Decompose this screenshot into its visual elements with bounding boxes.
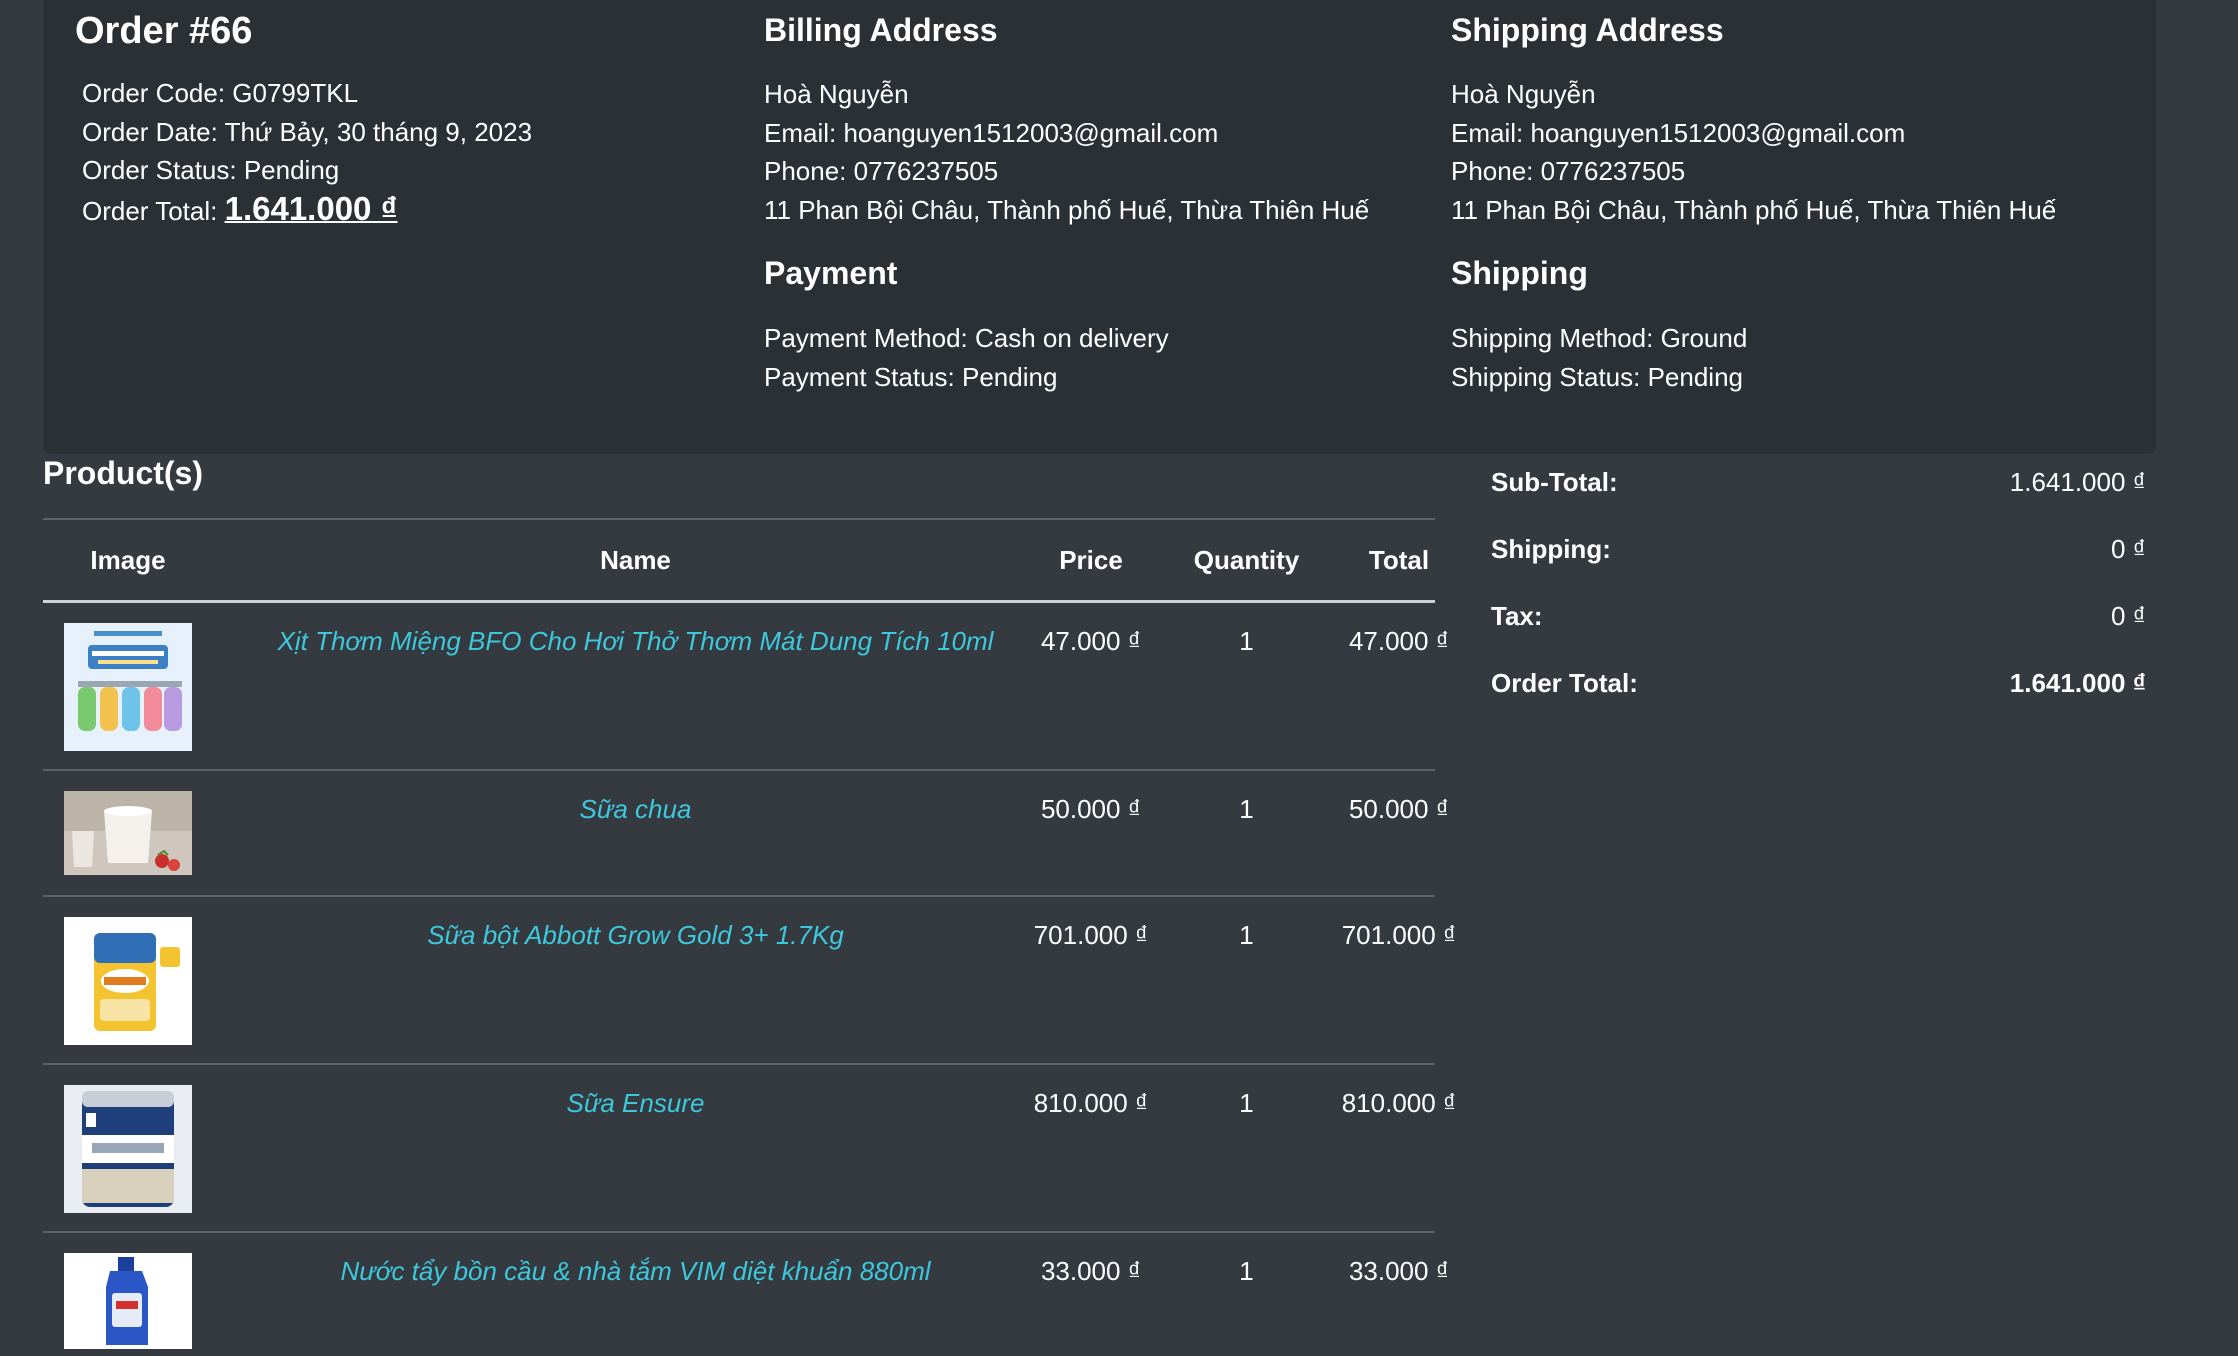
header-image: Image — [90, 545, 166, 575]
shipping-address-title: Shipping Address — [1451, 12, 1724, 48]
order-meta: Order Code: G0799TKL Order Date: Thứ Bảy… — [82, 74, 532, 228]
order-total-summary-label: Order Total: — [1491, 668, 1638, 698]
payment-block: Payment Method: Cash on delivery Payment… — [764, 319, 1169, 396]
product-name-link[interactable]: Sữa chua — [580, 794, 692, 824]
vim-bottle-product-icon — [64, 1253, 192, 1349]
order-status: Order Status: Pending — [82, 155, 340, 185]
shipping-cost-value: 0 ₫ — [2110, 534, 2146, 564]
table-row: Sữa chua 50.000 ₫ 1 50.000 ₫ — [43, 771, 1449, 897]
shipping-block: Shipping Method: Ground Shipping Status:… — [1451, 319, 1747, 396]
mouth-spray-product-icon — [64, 623, 192, 751]
shipping-phone: Phone: 0776237505 — [1451, 156, 1686, 186]
table-row: Sữa bột Abbott Grow Gold 3+ 1.7Kg 701.00… — [43, 897, 1456, 1065]
order-info-card: Order #66 Order Code: G0799TKL Order Dat… — [43, 0, 2156, 454]
shipping-name: Hoà Nguyễn — [1451, 79, 1596, 109]
product-name-cell: Nước tẩy bồn cầu & nhà tắm VIM diệt khuẩ… — [213, 1256, 1058, 1287]
shipping-street-address: 11 Phan Bội Châu, Thành phố Huế, Thừa Th… — [1451, 194, 2057, 225]
tax-row: Tax: 0 ₫ — [1491, 589, 2146, 656]
product-image[interactable] — [64, 1085, 192, 1213]
product-name-cell: Sữa Ensure — [213, 1088, 1058, 1119]
shipping-cost-row: Shipping: 0 ₫ — [1491, 522, 2146, 589]
order-total-value: 1.641.000 ₫ — [224, 189, 398, 227]
shipping-status: Shipping Status: Pending — [1451, 361, 1743, 392]
order-total-line: Order Total: 1.641.000 ₫ — [82, 190, 532, 229]
product-name-link[interactable]: Nước tẩy bồn cầu & nhà tắm VIM diệt khuẩ… — [340, 1256, 930, 1286]
product-total: 33.000 ₫ — [1348, 1256, 1450, 1286]
products-title: Product(s) — [43, 455, 203, 491]
order-date: Order Date: Thứ Bảy, 30 tháng 9, 2023 — [82, 116, 533, 147]
product-image[interactable] — [64, 791, 192, 875]
tax-label: Tax: — [1491, 601, 1543, 631]
product-total: 47.000 ₫ — [1348, 626, 1450, 656]
product-name-cell: Xịt Thơm Miệng BFO Cho Hơi Thở Thơm Mát … — [213, 626, 1058, 657]
table-row: Nước tẩy bồn cầu & nhà tắm VIM diệt khuẩ… — [43, 1233, 1449, 1356]
yogurt-product-icon — [64, 791, 192, 875]
order-total-label: Order Total: — [82, 195, 225, 226]
products-table-header: Image Name Price Quantity Total — [43, 518, 1435, 603]
product-image[interactable] — [64, 1253, 192, 1349]
subtotal-value: 1.641.000 ₫ — [2009, 467, 2146, 497]
billing-street-address: 11 Phan Bội Châu, Thành phố Huế, Thừa Th… — [764, 194, 1370, 225]
tax-value: 0 ₫ — [2110, 601, 2146, 631]
shipping-email: Email: hoanguyen1512003@gmail.com — [1451, 117, 1906, 148]
product-name-cell: Sữa chua — [213, 794, 1058, 825]
ensure-can-product-icon — [64, 1085, 192, 1213]
order-total-row: Order Total: 1.641.000 ₫ — [1491, 656, 2146, 723]
shipping-cost-label: Shipping: — [1491, 534, 1611, 564]
order-detail-page: Order #66 Order Code: G0799TKL Order Dat… — [0, 0, 2238, 1356]
billing-phone: Phone: 0776237505 — [764, 156, 999, 186]
shipping-method: Shipping Method: Ground — [1451, 323, 1748, 353]
product-image[interactable] — [64, 917, 192, 1045]
payment-status: Payment Status: Pending — [764, 361, 1058, 392]
product-name-link[interactable]: Sữa bột Abbott Grow Gold 3+ 1.7Kg — [427, 920, 844, 950]
header-total: Total — [1368, 545, 1430, 575]
billing-address-title: Billing Address — [764, 12, 998, 48]
table-row: Sữa Ensure 810.000 ₫ 1 810.000 ₫ — [43, 1065, 1456, 1233]
product-name-link[interactable]: Sữa Ensure — [567, 1088, 705, 1118]
billing-name: Hoà Nguyễn — [764, 79, 909, 109]
order-totals-summary: Sub-Total: 1.641.000 ₫ Shipping: 0 ₫ Tax… — [1491, 455, 2146, 723]
product-name-cell: Sữa bột Abbott Grow Gold 3+ 1.7Kg — [213, 920, 1058, 951]
header-name: Name — [600, 545, 671, 575]
milk-powder-can-product-icon — [64, 917, 192, 1045]
product-image[interactable] — [64, 623, 192, 751]
order-code: Order Code: G0799TKL — [82, 78, 359, 108]
product-total: 50.000 ₫ — [1348, 794, 1450, 824]
payment-title: Payment — [764, 255, 898, 291]
subtotal-row: Sub-Total: 1.641.000 ₫ — [1491, 455, 2146, 522]
product-name-link[interactable]: Xịt Thơm Miệng BFO Cho Hơi Thở Thơm Mát … — [278, 626, 994, 656]
order-total-summary-value: 1.641.000 ₫ — [2009, 668, 2146, 698]
shipping-address-block: Hoà Nguyễn Email: hoanguyen1512003@gmail… — [1451, 75, 2056, 229]
product-total: 810.000 ₫ — [1341, 1088, 1457, 1118]
billing-address-block: Hoà Nguyễn Email: hoanguyen1512003@gmail… — [764, 75, 1369, 229]
payment-method: Payment Method: Cash on delivery — [764, 323, 1169, 353]
table-row: Xịt Thơm Miệng BFO Cho Hơi Thở Thơm Mát … — [43, 603, 1449, 771]
product-total: 701.000 ₫ — [1341, 920, 1457, 950]
billing-email: Email: hoanguyen1512003@gmail.com — [764, 117, 1219, 148]
shipping-title: Shipping — [1451, 255, 1588, 291]
order-title: Order #66 — [75, 10, 253, 52]
subtotal-label: Sub-Total: — [1491, 467, 1618, 497]
products-table: Image Name Price Quantity Total Xịt Thơm… — [43, 518, 1456, 1356]
